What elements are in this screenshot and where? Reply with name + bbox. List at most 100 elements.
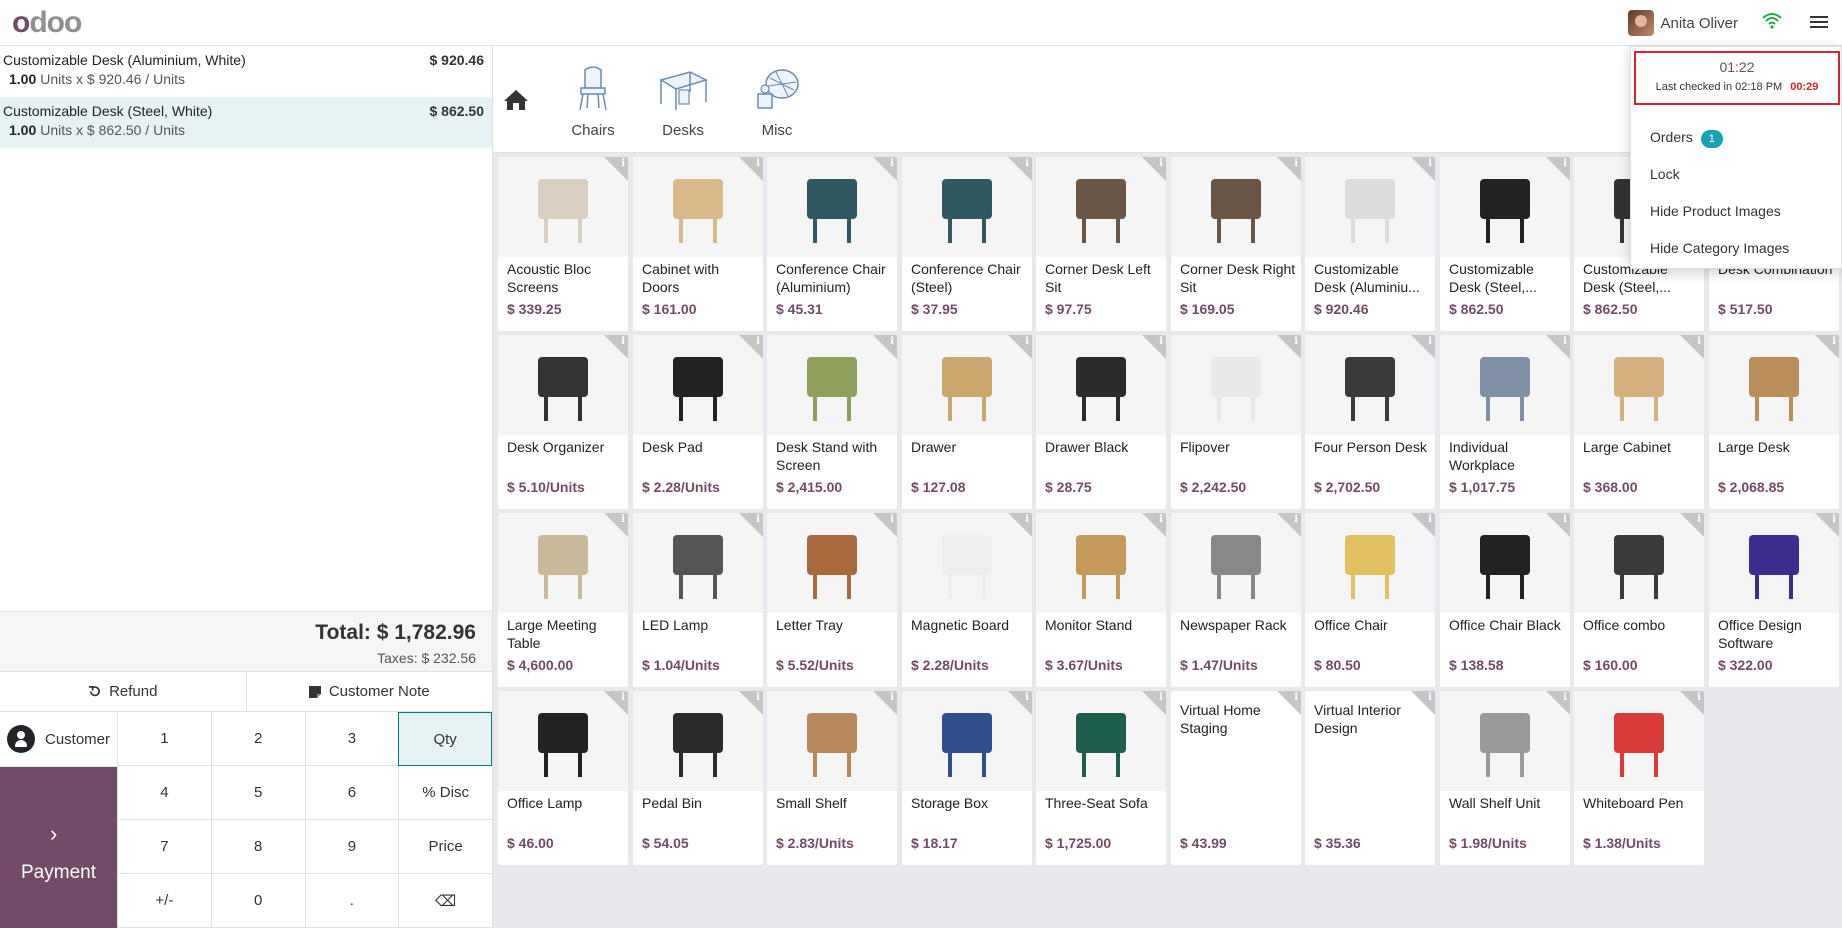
customer-button[interactable]: Customer <box>0 712 117 767</box>
qty-mode-button[interactable]: Qty <box>398 712 492 766</box>
product-card[interactable]: i Storage Box $ 18.17 <box>902 691 1032 865</box>
home-icon[interactable] <box>503 88 529 112</box>
product-card[interactable]: i Conference Chair (Aluminium) $ 45.31 <box>767 157 897 331</box>
product-card[interactable]: i Office Design Software $ 322.00 <box>1709 513 1839 687</box>
info-icon[interactable]: i <box>1294 336 1298 347</box>
product-card[interactable]: i Drawer $ 127.08 <box>902 335 1032 509</box>
info-icon[interactable]: i <box>1832 514 1836 525</box>
info-icon[interactable]: i <box>1428 158 1432 169</box>
product-card[interactable]: i Virtual Interior Design $ 35.36 <box>1305 691 1435 865</box>
key-4[interactable]: 4 <box>117 766 211 820</box>
menu-item-hide-category-images[interactable]: Hide Category Images <box>1650 240 1789 256</box>
info-icon[interactable]: i <box>1025 514 1029 525</box>
product-card[interactable]: i Office combo $ 160.00 <box>1574 513 1704 687</box>
product-card[interactable]: i Magnetic Board $ 2.28/Units <box>902 513 1032 687</box>
info-icon[interactable]: i <box>1563 336 1567 347</box>
product-card[interactable]: i Customizable Desk (Steel,... $ 862.50 <box>1440 157 1570 331</box>
product-card[interactable]: i Pedal Bin $ 54.05 <box>633 691 763 865</box>
product-card[interactable]: i Office Chair $ 80.50 <box>1305 513 1435 687</box>
order-line[interactable]: Customizable Desk (Aluminium, White) $ 92… <box>0 46 492 97</box>
product-card[interactable]: i Office Lamp $ 46.00 <box>498 691 628 865</box>
info-icon[interactable]: i <box>1159 336 1163 347</box>
menu-item-hide-product-images[interactable]: Hide Product Images <box>1650 203 1781 219</box>
info-icon[interactable]: i <box>890 514 894 525</box>
info-icon[interactable]: i <box>1159 158 1163 169</box>
refund-button[interactable]: Refund <box>0 672 246 711</box>
info-icon[interactable]: i <box>1697 692 1701 703</box>
info-icon[interactable]: i <box>1428 336 1432 347</box>
info-icon[interactable]: i <box>890 336 894 347</box>
category-chairs[interactable]: Chairs <box>553 64 633 139</box>
product-card[interactable]: i Desk Pad $ 2.28/Units <box>633 335 763 509</box>
info-icon[interactable]: i <box>1159 514 1163 525</box>
key-3[interactable]: 3 <box>304 712 399 766</box>
product-card[interactable]: i Customizable Desk (Aluminiu... $ 920.46 <box>1305 157 1435 331</box>
product-card[interactable]: i Virtual Home Staging $ 43.99 <box>1171 691 1301 865</box>
product-card[interactable]: i Desk Organizer $ 5.10/Units <box>498 335 628 509</box>
info-icon[interactable]: i <box>1025 336 1029 347</box>
info-icon[interactable]: i <box>1428 514 1432 525</box>
category-desks[interactable]: Desks <box>643 64 723 139</box>
product-card[interactable]: i Large Cabinet $ 368.00 <box>1574 335 1704 509</box>
discount-mode-button[interactable]: % Disc <box>398 766 492 820</box>
product-card[interactable]: i Individual Workplace $ 1,017.75 <box>1440 335 1570 509</box>
product-card[interactable]: i Conference Chair (Steel) $ 37.95 <box>902 157 1032 331</box>
key-9[interactable]: 9 <box>304 820 399 874</box>
info-icon[interactable]: i <box>756 336 760 347</box>
info-icon[interactable]: i <box>1563 158 1567 169</box>
product-card[interactable]: i Large Meeting Table $ 4,600.00 <box>498 513 628 687</box>
category-misc[interactable]: Misc <box>737 64 817 139</box>
info-icon[interactable]: i <box>621 514 625 525</box>
product-card[interactable]: i Monitor Stand $ 3.67/Units <box>1036 513 1166 687</box>
product-card[interactable]: i Wall Shelf Unit $ 1.98/Units <box>1440 691 1570 865</box>
info-icon[interactable]: i <box>1563 692 1567 703</box>
product-card[interactable]: i Three-Seat Sofa $ 1,725.00 <box>1036 691 1166 865</box>
info-icon[interactable]: i <box>1294 158 1298 169</box>
info-icon[interactable]: i <box>756 158 760 169</box>
info-icon[interactable]: i <box>1025 692 1029 703</box>
product-card[interactable]: i Corner Desk Right Sit $ 169.05 <box>1171 157 1301 331</box>
product-card[interactable]: i Desk Stand with Screen $ 2,415.00 <box>767 335 897 509</box>
order-line[interactable]: Customizable Desk (Steel, White) $ 862.50… <box>0 97 492 148</box>
product-card[interactable]: i Whiteboard Pen $ 1.38/Units <box>1574 691 1704 865</box>
key-1[interactable]: 1 <box>117 712 211 766</box>
info-icon[interactable]: i <box>621 336 625 347</box>
key-5[interactable]: 5 <box>210 766 305 820</box>
key-0[interactable]: 0 <box>210 874 305 928</box>
product-card[interactable]: i Office Chair Black $ 138.58 <box>1440 513 1570 687</box>
product-card[interactable]: i Corner Desk Left Sit $ 97.75 <box>1036 157 1166 331</box>
info-icon[interactable]: i <box>1832 336 1836 347</box>
menu-item-lock[interactable]: Lock <box>1650 166 1680 182</box>
backspace-button[interactable]: ⌫ <box>398 874 492 928</box>
info-icon[interactable]: i <box>756 692 760 703</box>
info-icon[interactable]: i <box>1697 514 1701 525</box>
info-icon[interactable]: i <box>1159 692 1163 703</box>
product-card[interactable]: i Flipover $ 2,242.50 <box>1171 335 1301 509</box>
product-card[interactable]: i Cabinet with Doors $ 161.00 <box>633 157 763 331</box>
info-icon[interactable]: i <box>890 692 894 703</box>
product-card[interactable]: i LED Lamp $ 1.04/Units <box>633 513 763 687</box>
product-card[interactable]: i Large Desk $ 2,068.85 <box>1709 335 1839 509</box>
info-icon[interactable]: i <box>621 158 625 169</box>
product-card[interactable]: i Acoustic Bloc Screens $ 339.25 <box>498 157 628 331</box>
user-menu[interactable]: Anita Oliver <box>1628 9 1738 37</box>
payment-button[interactable]: › Payment <box>0 767 117 928</box>
product-card[interactable]: i Small Shelf $ 2.83/Units <box>767 691 897 865</box>
info-icon[interactable]: i <box>890 158 894 169</box>
hamburger-menu-icon[interactable] <box>1810 13 1828 31</box>
info-icon[interactable]: i <box>756 514 760 525</box>
key-6[interactable]: 6 <box>304 766 399 820</box>
key-8[interactable]: 8 <box>210 820 305 874</box>
info-icon[interactable]: i <box>1563 514 1567 525</box>
product-card[interactable]: i Drawer Black $ 28.75 <box>1036 335 1166 509</box>
menu-item-orders[interactable]: Orders 1 <box>1650 129 1723 148</box>
plus-minus-button[interactable]: +/- <box>117 874 211 928</box>
info-icon[interactable]: i <box>1697 336 1701 347</box>
decimal-button[interactable]: . <box>304 874 399 928</box>
price-mode-button[interactable]: Price <box>398 820 492 874</box>
info-icon[interactable]: i <box>621 692 625 703</box>
info-icon[interactable]: i <box>1025 158 1029 169</box>
customer-note-button[interactable]: Customer Note <box>245 672 493 711</box>
product-card[interactable]: i Letter Tray $ 5.52/Units <box>767 513 897 687</box>
product-card[interactable]: i Four Person Desk $ 2,702.50 <box>1305 335 1435 509</box>
